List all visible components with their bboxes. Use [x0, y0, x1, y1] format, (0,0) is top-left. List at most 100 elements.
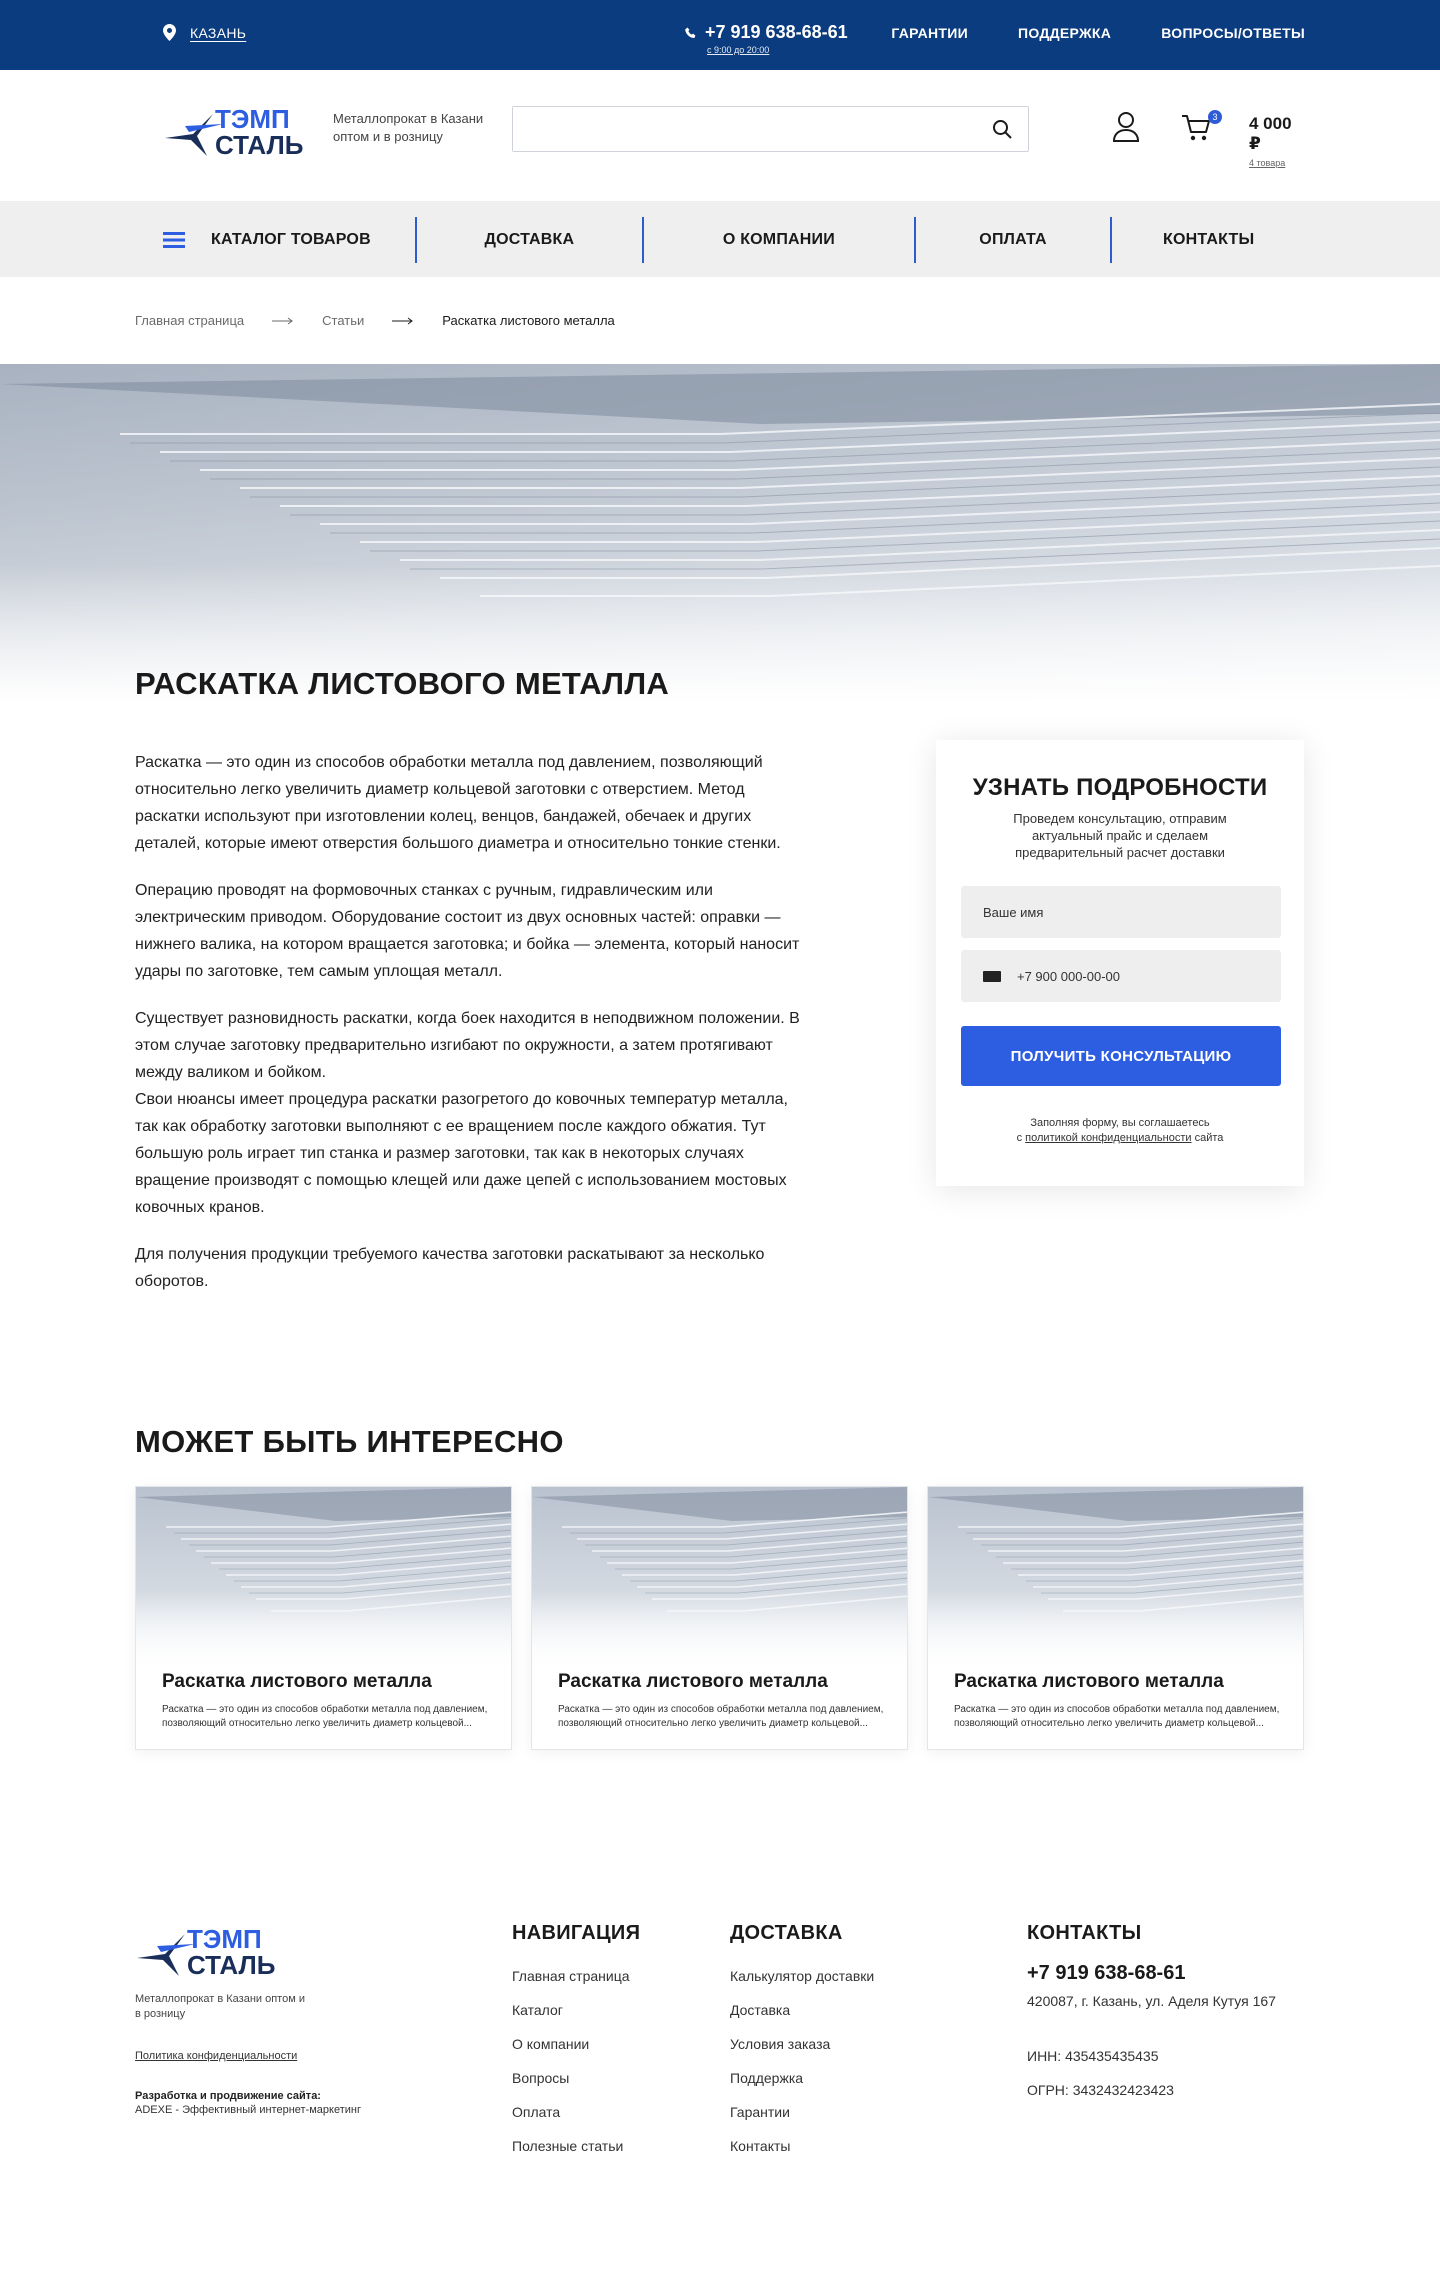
- footer-nav-link[interactable]: О компании: [512, 2036, 589, 2052]
- arrow-right-icon: [272, 317, 293, 324]
- card-title: Раскатка листового металла: [558, 1671, 828, 1692]
- related-card[interactable]: Раскатка листового металла Раскатка — эт…: [927, 1486, 1304, 1750]
- phone-field[interactable]: +7 900 000-00-00: [961, 950, 1281, 1002]
- related-title: МОЖЕТ БЫТЬ ИНТЕРЕСНО: [135, 1424, 564, 1459]
- nav-contacts[interactable]: КОНТАКТЫ: [1112, 202, 1305, 277]
- user-icon: [1112, 112, 1140, 142]
- account-button[interactable]: [1112, 112, 1140, 147]
- cart-total: 4 000 ₽: [1249, 114, 1292, 153]
- footer-nav-link[interactable]: Главная страница: [512, 1968, 630, 1984]
- nav-catalog[interactable]: КАТАЛОГ ТОВАРОВ: [135, 202, 415, 277]
- nav-catalog-label: КАТАЛОГ ТОВАРОВ: [211, 230, 371, 248]
- developer-title: Разработка и продвижение сайта:: [135, 2090, 321, 2102]
- footer-nav-link[interactable]: Каталог: [512, 2002, 563, 2018]
- form-title: УЗНАТЬ ПОДРОБНОСТИ: [972, 774, 1268, 801]
- header-phone[interactable]: +7 919 638-68-61: [685, 22, 848, 43]
- top-bar: КАЗАНЬ +7 919 638-68-61 с 9:00 до 20:00 …: [0, 0, 1440, 70]
- consent-suffix: сайта: [1191, 1132, 1224, 1144]
- consent-line-2: с политикой конфиденциальности сайта: [936, 1131, 1304, 1146]
- cart-icon: [1182, 115, 1210, 141]
- header: ТЭМП СТАЛЬ Металлопрокат в Казани оптом …: [0, 70, 1440, 202]
- footer-nav-link[interactable]: Вопросы: [512, 2070, 569, 2086]
- footer-logo[interactable]: ТЭМП СТАЛЬ: [135, 1924, 285, 1980]
- footer-delivery-title: ДОСТАВКА: [730, 1922, 843, 1944]
- city-selector[interactable]: КАЗАНЬ: [163, 24, 246, 41]
- country-flag-icon[interactable]: [983, 970, 1001, 982]
- footer: ТЭМП СТАЛЬ Металлопрокат в Казани оптом …: [0, 1854, 1440, 2274]
- footer-requisites: ИНН: 435435435435 ОГРН: 3432432423423: [1027, 2039, 1276, 2107]
- developer-link[interactable]: ADEXE - Эффективный интернет-маркетинг: [135, 2104, 361, 2116]
- form-subtitle: Проведем консультацию, отправим актуальн…: [1013, 811, 1227, 860]
- header-slogan: Металлопрокат в Казани оптом и в розницу: [333, 111, 484, 144]
- privacy-policy-link[interactable]: политикой конфиденциальности: [1025, 1132, 1191, 1144]
- nav-payment[interactable]: ОПЛАТА: [916, 202, 1111, 277]
- top-link-guarantees[interactable]: ГАРАНТИИ: [891, 25, 968, 41]
- city-label: КАЗАНЬ: [190, 24, 247, 41]
- footer-ogrn: ОГРН: 3432432423423: [1027, 2082, 1174, 2098]
- footer-privacy-link[interactable]: Политика конфиденциальности: [135, 2050, 297, 2062]
- related-card[interactable]: Раскатка листового металла Раскатка — эт…: [531, 1486, 908, 1750]
- card-title: Раскатка листового металла: [162, 1671, 432, 1692]
- header-phone-block: +7 919 638-68-61 с 9:00 до 20:00: [685, 22, 848, 55]
- breadcrumb-current: Раскатка листового металла: [442, 313, 615, 328]
- footer-phone[interactable]: +7 919 638-68-61: [1027, 1959, 1276, 1987]
- article-paragraph: Существует разновидность раскатки, когда…: [135, 1010, 800, 1081]
- phone-field-placeholder: +7 900 000-00-00: [1017, 968, 1121, 984]
- card-image: [532, 1487, 907, 1672]
- footer-delivery-link[interactable]: Условия заказа: [730, 2036, 830, 2052]
- footer-delivery: ДОСТАВКА Калькулятор доставки Доставка У…: [730, 1922, 874, 2163]
- nav-delivery[interactable]: ДОСТАВКА: [417, 202, 643, 277]
- footer-nav-link[interactable]: Оплата: [512, 2104, 560, 2120]
- footer-address: 420087, г. Казань, ул. Аделя Кутуя 167: [1027, 1993, 1276, 2009]
- logo[interactable]: ТЭМП СТАЛЬ: [163, 104, 313, 160]
- footer-delivery-link[interactable]: Гарантии: [730, 2104, 790, 2120]
- footer-delivery-link[interactable]: Контакты: [730, 2138, 790, 2154]
- cart-summary[interactable]: 4 000 ₽ 4 товара: [1249, 114, 1305, 168]
- search-button[interactable]: [992, 119, 1012, 144]
- related-card[interactable]: Раскатка листового металла Раскатка — эт…: [135, 1486, 512, 1750]
- search-icon: [993, 120, 1012, 139]
- related-articles: МОЖЕТ БЫТЬ ИНТЕРЕСНО Раскатка листового …: [0, 1424, 1440, 1854]
- logo-mark: ТЭМП СТАЛЬ: [165, 104, 303, 160]
- consent-prefix: с: [1016, 1132, 1026, 1144]
- phone-icon: [685, 27, 696, 38]
- hamburger-icon: [163, 231, 185, 248]
- search-input[interactable]: [513, 107, 973, 151]
- footer-delivery-link[interactable]: Калькулятор доставки: [730, 1968, 874, 1984]
- footer-nav-link[interactable]: Полезные статьи: [512, 2138, 623, 2154]
- main-nav: КАТАЛОГ ТОВАРОВ ДОСТАВКА О КОМПАНИИ ОПЛА…: [0, 202, 1440, 277]
- card-image: [928, 1487, 1303, 1672]
- footer-delivery-link[interactable]: Поддержка: [730, 2070, 803, 2086]
- working-hours: с 9:00 до 20:00: [707, 45, 770, 55]
- card-title: Раскатка листового металла: [954, 1671, 1224, 1692]
- nav-about[interactable]: О КОМПАНИИ: [644, 202, 914, 277]
- article-section: Раскатка — это один из способов обработк…: [0, 704, 1440, 1424]
- cart-button[interactable]: [1181, 114, 1211, 147]
- footer-navigation: НАВИГАЦИЯ Главная страница Каталог О ком…: [512, 1922, 640, 2163]
- logo-text-bottom: СТАЛЬ: [215, 130, 303, 160]
- location-pin-icon: [163, 24, 176, 41]
- top-links: ГАРАНТИИ ПОДДЕРЖКА ВОПРОСЫ/ОТВЕТЫ: [891, 25, 1305, 41]
- footer-contacts-title: КОНТАКТЫ: [1027, 1922, 1142, 1944]
- cart-count-badge: 3: [1208, 110, 1222, 124]
- footer-delivery-link[interactable]: Доставка: [730, 2002, 790, 2018]
- name-field[interactable]: Ваше имя: [961, 886, 1281, 938]
- footer-slogan: Металлопрокат в Казани оптом и в розницу: [135, 1993, 305, 2020]
- footer-contacts: КОНТАКТЫ +7 919 638-68-61 420087, г. Каз…: [1027, 1922, 1276, 2107]
- breadcrumb-articles[interactable]: Статьи: [322, 313, 364, 328]
- card-image: [136, 1487, 511, 1672]
- breadcrumb-home[interactable]: Главная страница: [135, 313, 244, 328]
- article-paragraph: Свои нюансы имеет процедура раскатки раз…: [135, 1091, 788, 1216]
- consultation-form: УЗНАТЬ ПОДРОБНОСТИ Проведем консультацию…: [936, 740, 1304, 1186]
- get-consultation-button[interactable]: ПОЛУЧИТЬ КОНСУЛЬТАЦИЮ: [961, 1026, 1281, 1086]
- top-link-support[interactable]: ПОДДЕРЖКА: [1018, 25, 1111, 41]
- card-description: Раскатка — это один из способов обработк…: [162, 1704, 488, 1729]
- search-box: [512, 106, 1029, 152]
- card-image-fade: [532, 1592, 907, 1672]
- card-image-fade: [928, 1592, 1303, 1672]
- top-link-faq[interactable]: ВОПРОСЫ/ОТВЕТЫ: [1161, 25, 1305, 41]
- consent-line-1: Заполняя форму, вы соглашаетесь: [1030, 1117, 1210, 1129]
- card-description: Раскатка — это один из способов обработк…: [558, 1704, 884, 1729]
- footer-logo-mark: ТЭМП СТАЛЬ: [137, 1924, 275, 1980]
- arrow-right-icon: [392, 317, 414, 324]
